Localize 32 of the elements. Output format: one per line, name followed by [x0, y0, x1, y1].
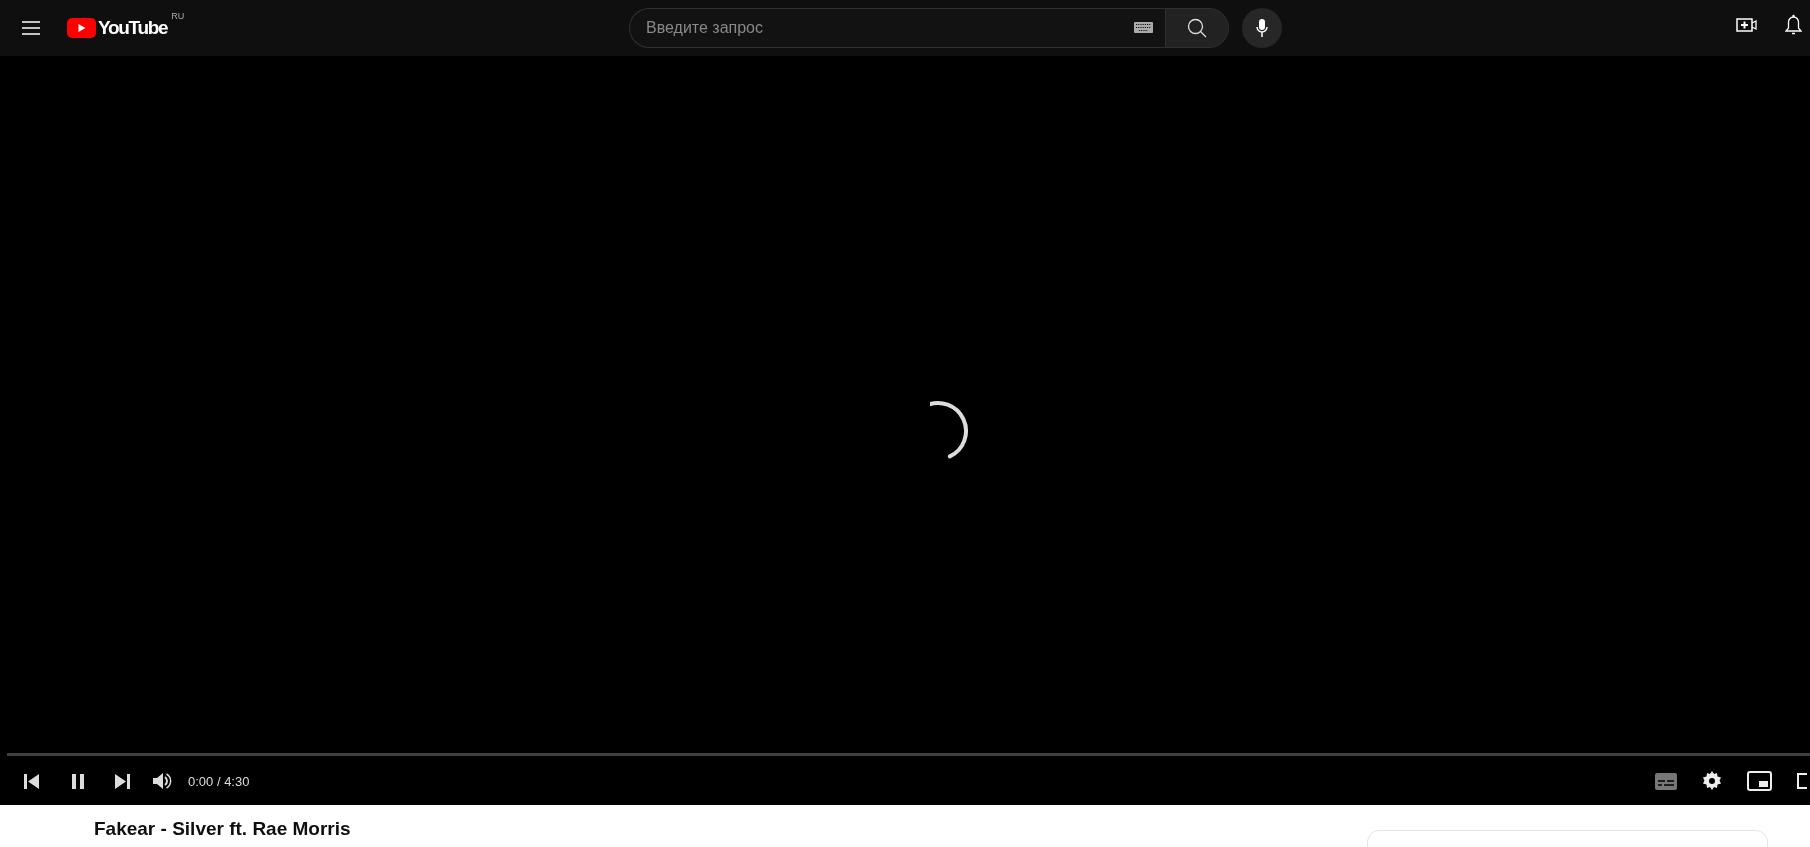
- subtitles-button[interactable]: [1655, 772, 1677, 790]
- pause-button[interactable]: [72, 773, 84, 789]
- bell-icon: [1785, 14, 1802, 36]
- region-label: RU: [171, 11, 185, 21]
- notifications-button[interactable]: [1785, 14, 1802, 36]
- search-field[interactable]: Введите запрос: [629, 8, 1165, 48]
- theater-mode-button[interactable]: [1797, 773, 1807, 789]
- previous-button[interactable]: [24, 773, 39, 789]
- miniplayer-icon: [1747, 771, 1772, 791]
- play-logo-icon: [67, 18, 96, 38]
- video-camera-plus-icon: [1736, 16, 1757, 33]
- speaker-icon: [153, 772, 172, 790]
- microphone-icon: [1256, 19, 1268, 37]
- video-title: Fakear - Silver ft. Rae Morris: [94, 817, 352, 841]
- search-icon: [1187, 18, 1207, 38]
- keyboard-icon[interactable]: [1134, 22, 1153, 33]
- search-button[interactable]: [1165, 8, 1229, 48]
- voice-search-button[interactable]: [1242, 8, 1282, 48]
- miniplayer-button[interactable]: [1747, 771, 1772, 791]
- subtitles-icon: [1655, 772, 1677, 790]
- menu-icon: [22, 21, 40, 35]
- time-display: 0:00 / 4:30: [188, 773, 250, 789]
- previous-icon: [24, 773, 39, 789]
- next-icon: [115, 773, 130, 789]
- logo-wordmark: YouTube: [98, 17, 168, 39]
- settings-icon: [1702, 771, 1722, 791]
- progress-track[interactable]: [7, 753, 1810, 756]
- create-button[interactable]: [1736, 16, 1757, 33]
- volume-button[interactable]: [153, 772, 172, 790]
- settings-button[interactable]: [1702, 771, 1722, 791]
- pause-icon: [72, 773, 84, 789]
- next-button[interactable]: [115, 773, 130, 789]
